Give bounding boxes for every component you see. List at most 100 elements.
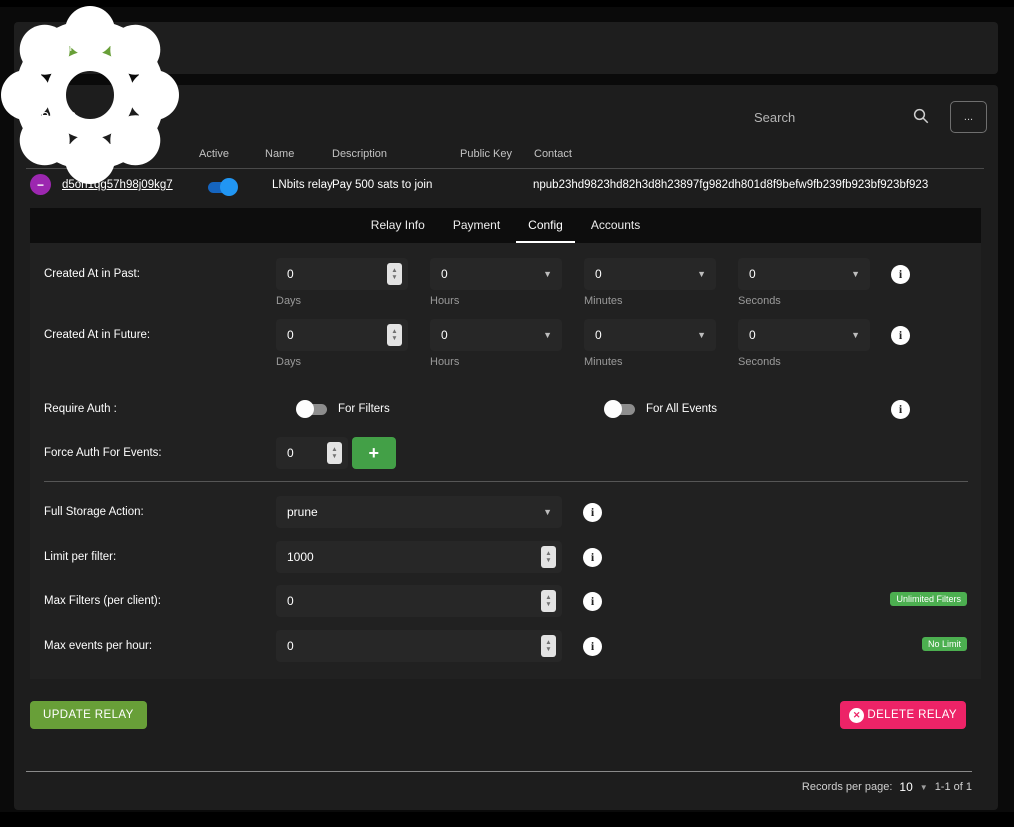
chevron-down-icon[interactable]: ▼ [697, 330, 706, 340]
require-auth-label: Require Auth : [44, 403, 117, 415]
top-strip [0, 0, 1014, 7]
created-past-minutes-select[interactable]: 0 ▼ [584, 258, 716, 290]
chevron-down-icon[interactable]: ▼ [851, 330, 860, 340]
add-pubkey-button[interactable]: + [352, 437, 396, 469]
limit-per-filter-value[interactable] [276, 541, 562, 573]
tab-payment[interactable]: Payment [441, 208, 512, 243]
max-filters-label: Max Filters (per client): [44, 595, 161, 607]
spinner-up-icon[interactable]: ▲ [391, 267, 397, 274]
chevron-down-icon[interactable]: ▼ [920, 783, 928, 792]
no-limit-badge: No Limit [922, 637, 967, 651]
chevron-down-icon[interactable]: ▼ [543, 330, 552, 340]
info-icon[interactable]: i [583, 637, 602, 656]
column-header-active: Active [199, 148, 229, 160]
column-header-description: Description [332, 148, 387, 160]
info-icon[interactable]: i [583, 503, 602, 522]
created-future-seconds-select[interactable]: 0 ▼ [738, 319, 870, 351]
spinner-down-icon[interactable]: ▼ [545, 646, 551, 653]
update-relay-button[interactable]: UPDATE RELAY [30, 701, 147, 729]
close-icon: ✕ [849, 708, 864, 723]
relay-active-toggle[interactable] [204, 177, 238, 197]
collapse-row-button[interactable]: − [30, 174, 51, 195]
table-options-button[interactable]: ... [950, 101, 987, 133]
created-future-minutes-select[interactable]: 0 ▼ [584, 319, 716, 351]
for-all-events-toggle[interactable] [604, 399, 638, 419]
tab-relay-info[interactable]: Relay Info [359, 208, 437, 243]
created-past-days-input[interactable]: ▲ ▼ [276, 258, 408, 290]
chevron-down-icon[interactable]: ▼ [851, 269, 860, 279]
page-title: Relays [30, 107, 76, 124]
chevron-down-icon[interactable]: ▼ [543, 507, 552, 517]
limit-per-filter-input[interactable]: ▲ ▼ [276, 541, 562, 573]
unit-label-minutes: Minutes [584, 295, 623, 307]
max-filters-value[interactable] [276, 585, 562, 617]
relay-id-link[interactable]: d5on1qg57h98j09kg7 [62, 179, 173, 191]
number-spinner-icon[interactable]: ▲ ▼ [541, 546, 556, 568]
minus-icon: − [37, 179, 44, 191]
unit-label-seconds: Seconds [738, 295, 781, 307]
info-icon[interactable]: i [891, 326, 910, 345]
created-future-hours-select[interactable]: 0 ▼ [430, 319, 562, 351]
number-spinner-icon[interactable]: ▲ ▼ [541, 590, 556, 612]
number-spinner-icon[interactable]: ▲ ▼ [387, 263, 402, 285]
seconds-value: 0 [749, 328, 756, 342]
created-future-days-input[interactable]: ▲ ▼ [276, 319, 408, 351]
spinner-down-icon[interactable]: ▼ [391, 274, 397, 281]
limit-per-filter-label: Limit per filter: [44, 551, 116, 563]
tab-config[interactable]: Config [516, 208, 575, 243]
pagination-range: 1-1 of 1 [935, 781, 972, 793]
force-auth-input[interactable]: ▲ ▼ [276, 437, 348, 469]
tab-accounts[interactable]: Accounts [579, 208, 652, 243]
full-storage-value: prune [287, 505, 318, 519]
spinner-down-icon[interactable]: ▼ [545, 557, 551, 564]
spinner-up-icon[interactable]: ▲ [391, 328, 397, 335]
column-header-public-key: Public Key [460, 148, 512, 160]
number-spinner-icon[interactable]: ▲ ▼ [327, 442, 342, 464]
info-icon[interactable]: i [891, 265, 910, 284]
column-header-name: Name [265, 148, 294, 160]
spinner-up-icon[interactable]: ▲ [331, 446, 337, 453]
bottom-strip [0, 812, 1014, 827]
for-filters-label: For Filters [338, 403, 390, 415]
config-panel: Created At in Past: ▲ ▼ Days 0 ▼ Hours 0… [30, 243, 981, 679]
created-past-seconds-select[interactable]: 0 ▼ [738, 258, 870, 290]
info-icon[interactable]: i [583, 548, 602, 567]
info-icon[interactable]: i [583, 592, 602, 611]
unit-label-seconds: Seconds [738, 356, 781, 368]
max-events-input[interactable]: ▲ ▼ [276, 630, 562, 662]
max-filters-input[interactable]: ▲ ▼ [276, 585, 562, 617]
toggle-thumb [604, 400, 622, 418]
chevron-down-icon[interactable]: ▼ [543, 269, 552, 279]
spinner-down-icon[interactable]: ▼ [391, 335, 397, 342]
unit-label-days: Days [276, 356, 301, 368]
spinner-up-icon[interactable]: ▲ [545, 639, 551, 646]
delete-relay-button[interactable]: ✕ DELETE RELAY [840, 701, 966, 729]
hours-value: 0 [441, 267, 448, 281]
spinner-down-icon[interactable]: ▼ [331, 453, 337, 460]
number-spinner-icon[interactable]: ▲ ▼ [387, 324, 402, 346]
created-future-label: Created At in Future: [44, 329, 150, 341]
info-icon[interactable]: i [891, 400, 910, 419]
toggle-thumb [296, 400, 314, 418]
unlimited-filters-badge: Unlimited Filters [890, 592, 967, 606]
spinner-up-icon[interactable]: ▲ [545, 594, 551, 601]
created-past-hours-select[interactable]: 0 ▼ [430, 258, 562, 290]
spinner-down-icon[interactable]: ▼ [545, 601, 551, 608]
column-header-contact: Contact [534, 148, 572, 160]
relay-name-cell: LNbits relay [272, 179, 333, 191]
relays-card: Relays ... Active Name Description Publi… [14, 85, 998, 810]
new-relay-button[interactable]: NEW RELAY [27, 36, 119, 60]
page: NEW RELAY Relays ... Active Name Descrip… [0, 0, 1014, 827]
search-input[interactable] [754, 103, 909, 131]
chevron-down-icon[interactable]: ▼ [697, 269, 706, 279]
hours-value: 0 [441, 328, 448, 342]
full-storage-label: Full Storage Action: [44, 506, 144, 518]
spinner-up-icon[interactable]: ▲ [545, 550, 551, 557]
relay-contact-cell: npub23hd9823hd82h3d8h23897fg982dh801d8f9… [533, 179, 928, 191]
full-storage-select[interactable]: prune ▼ [276, 496, 562, 528]
for-filters-toggle[interactable] [296, 399, 330, 419]
number-spinner-icon[interactable]: ▲ ▼ [541, 635, 556, 657]
max-events-value[interactable] [276, 630, 562, 662]
search-icon[interactable] [912, 107, 930, 125]
records-per-page-value[interactable]: 10 [899, 780, 912, 794]
